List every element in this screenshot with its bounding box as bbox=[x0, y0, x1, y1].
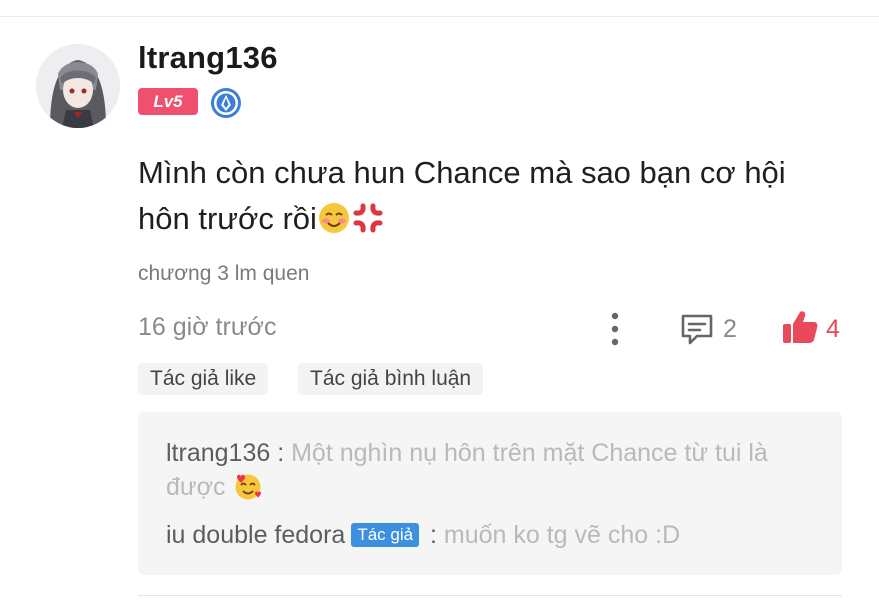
username[interactable]: ltrang136 bbox=[138, 40, 278, 76]
bottom-divider bbox=[138, 595, 842, 596]
reply-separator: : bbox=[423, 521, 444, 549]
comment-icon[interactable] bbox=[679, 312, 715, 346]
reply-item[interactable]: ltrang136 : Một nghìn nụ hôn trên mặt Ch… bbox=[166, 436, 816, 510]
comment-content-line2: hôn trước rồi bbox=[138, 201, 317, 236]
chapter-label[interactable]: chương 3 lm quen bbox=[138, 262, 309, 286]
reply-box[interactable]: ltrang136 : Một nghìn nụ hôn trên mặt Ch… bbox=[138, 412, 842, 575]
smiling-face-emoji-icon bbox=[317, 201, 351, 248]
vertical-dots-icon[interactable] bbox=[604, 310, 626, 348]
level-badge: Lv5 bbox=[138, 88, 198, 115]
thumbs-up-icon[interactable] bbox=[781, 309, 819, 345]
comment-content: Mình còn chưa hun Chance mà sao bạn cơ h… bbox=[138, 150, 838, 248]
comment-content-line2-wrap: hôn trước rồi bbox=[138, 196, 838, 248]
reply-username[interactable]: iu double fedora bbox=[166, 521, 345, 549]
comment-content-line1: Mình còn chưa hun Chance mà sao bạn cơ h… bbox=[138, 155, 786, 190]
level-badge-label: Lv5 bbox=[153, 91, 183, 111]
reply-text: muốn ko tg vẽ cho :D bbox=[443, 521, 681, 549]
like-count[interactable]: 4 bbox=[826, 315, 840, 344]
anger-symbol-emoji-icon bbox=[351, 201, 385, 248]
verified-badge-icon bbox=[211, 88, 241, 118]
avatar[interactable] bbox=[36, 44, 120, 128]
reply-item[interactable]: iu double fedora Tác giả : muốn ko tg vẽ … bbox=[166, 518, 826, 552]
timestamp: 16 giờ trước bbox=[138, 313, 277, 341]
top-divider bbox=[0, 16, 879, 17]
reply-separator: : bbox=[270, 439, 292, 467]
reply-username[interactable]: ltrang136 bbox=[166, 439, 270, 467]
author-reply-chip: Tác giả bình luận bbox=[298, 363, 484, 395]
author-tag: Tác giả bbox=[351, 523, 420, 547]
author-like-chip: Tác giả like bbox=[138, 363, 269, 395]
avatar-image bbox=[36, 44, 120, 128]
reply-count[interactable]: 2 bbox=[723, 315, 737, 344]
smiling-face-with-hearts-emoji-icon bbox=[233, 471, 263, 510]
